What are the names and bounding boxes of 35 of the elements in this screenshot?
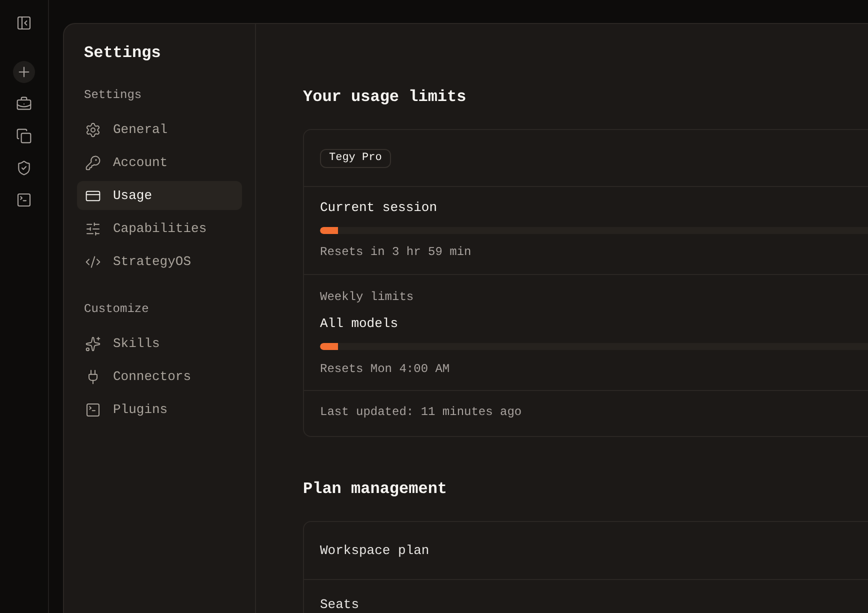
- section-label: Customize: [83, 301, 150, 317]
- shield-check-icon: [16, 160, 32, 176]
- nav-item[interactable]: Account: [77, 148, 242, 177]
- section-heading: Plan management: [303, 479, 448, 500]
- gear-icon: [85, 122, 101, 138]
- limit-title: All models: [320, 315, 400, 333]
- briefcase-icon: [16, 96, 32, 112]
- nav-item[interactable]: StrategyOS: [77, 247, 242, 276]
- plan-row-label: Workspace plan: [320, 544, 430, 558]
- nav-item[interactable]: Capabilities: [77, 214, 242, 243]
- panel-toggle-icon: [16, 15, 32, 31]
- nav-item[interactable]: General: [77, 115, 242, 144]
- reset-time: Resets Mon 4:00 AM: [320, 361, 451, 377]
- section-label: Settings: [83, 87, 143, 103]
- last-updated-text: Last updated: 11 minutes ago: [320, 404, 523, 420]
- nav-item[interactable]: Connectors: [77, 362, 242, 391]
- new-button[interactable]: [13, 61, 35, 83]
- copy-icon: [16, 128, 32, 144]
- code-icon: [85, 254, 101, 270]
- plus-icon: [16, 64, 32, 80]
- plan-badge: Tegy Pro: [320, 149, 391, 168]
- key-icon: [85, 154, 101, 170]
- nav-item[interactable]: Skills: [77, 329, 242, 358]
- plan-row-label: Seats: [320, 598, 360, 612]
- reset-time: Resets in 3 hr 59 min: [320, 244, 472, 260]
- nav-item[interactable]: Plugins: [77, 395, 242, 424]
- settings-title: Settings: [83, 43, 162, 64]
- section-label: Weekly limits: [320, 289, 415, 305]
- sliders-icon: [85, 220, 101, 236]
- terminal-icon: [16, 192, 32, 208]
- section-heading: Your usage limits: [303, 87, 468, 108]
- nav-item[interactable]: Usage: [77, 181, 242, 210]
- limit-title: Current session: [320, 199, 438, 217]
- sparkles-icon: [85, 336, 101, 352]
- terminal-icon: [85, 402, 101, 418]
